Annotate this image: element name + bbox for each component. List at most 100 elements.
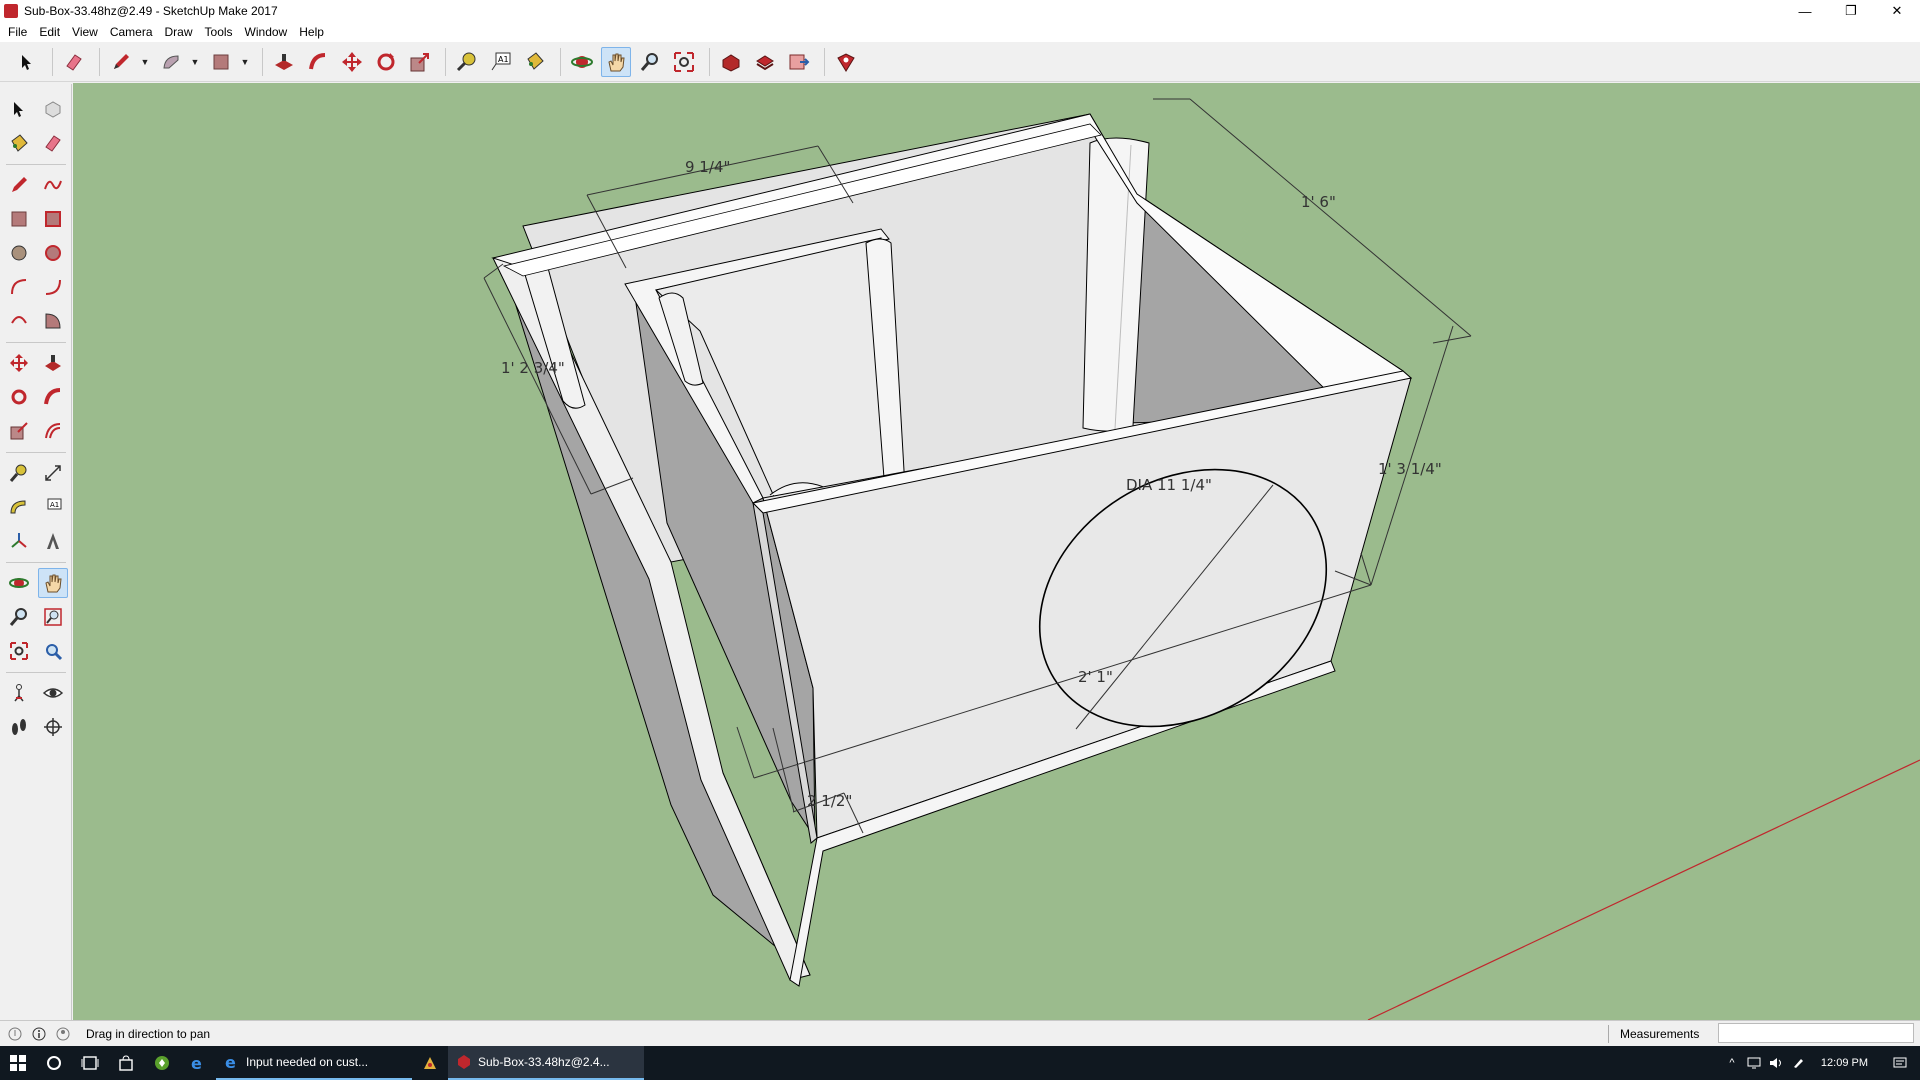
geo-location-icon[interactable] — [6, 1025, 24, 1043]
pencil-dropdown[interactable]: ▼ — [140, 47, 150, 77]
axes-tool-button[interactable] — [4, 526, 34, 556]
pan-icon — [608, 53, 625, 71]
orbit-tool-button[interactable] — [567, 47, 597, 77]
extension-manager-button[interactable] — [831, 47, 861, 77]
windows-taskbar: e e Input needed on cust... Sub-Box-33.4… — [0, 1046, 1920, 1080]
menu-file[interactable]: File — [2, 25, 33, 39]
push-pull-tool-button[interactable] — [38, 348, 68, 378]
toolbar-separator — [824, 47, 825, 76]
three-point-arc-tool-button[interactable] — [4, 306, 34, 336]
zoom-tool-button[interactable] — [4, 602, 34, 632]
move-tool-button[interactable] — [4, 348, 34, 378]
rotate-tool-button[interactable] — [371, 47, 401, 77]
zoom-extents-tool-button[interactable] — [669, 47, 699, 77]
info-icon[interactable] — [30, 1025, 48, 1043]
eraser-tool-button[interactable] — [38, 128, 68, 158]
rotate-tool-button[interactable] — [4, 382, 34, 412]
extension-warehouse-button[interactable] — [750, 47, 780, 77]
polygon-tool-button[interactable] — [38, 238, 68, 268]
search-button[interactable] — [36, 1046, 72, 1080]
paint-bucket-tool-button[interactable] — [520, 47, 550, 77]
make-component-button[interactable] — [38, 94, 68, 124]
user-account-icon[interactable] — [54, 1025, 72, 1043]
follow-me-tool-button[interactable] — [38, 382, 68, 412]
select-tool-button[interactable] — [4, 94, 34, 124]
chevron-up-icon[interactable]: ^ — [1721, 1046, 1743, 1080]
pan-tool-button[interactable] — [38, 568, 68, 598]
scale-tool-button[interactable] — [405, 47, 435, 77]
arc-dropdown[interactable]: ▼ — [190, 47, 200, 77]
move-tool-button[interactable] — [337, 47, 367, 77]
text-tool-button[interactable]: A1 — [38, 492, 68, 522]
protractor-tool-button[interactable] — [4, 492, 34, 522]
two-point-arc-tool-button[interactable] — [38, 272, 68, 302]
menu-help[interactable]: Help — [293, 25, 330, 39]
drawing-viewport[interactable]: 9 1/4" 1' 6" 1' 2 3/4" 1' 3 1/4" DIA 11 … — [73, 83, 1920, 1020]
store-button[interactable] — [108, 1046, 144, 1080]
app-pinned-green-button[interactable] — [144, 1046, 180, 1080]
close-button[interactable]: ✕ — [1874, 0, 1920, 22]
previous-view-button[interactable] — [38, 636, 68, 666]
paint-app-button[interactable] — [412, 1046, 448, 1080]
push-pull-tool-button[interactable] — [269, 47, 299, 77]
look-around-tool-button[interactable] — [38, 678, 68, 708]
pencil-tool-button[interactable] — [106, 47, 136, 77]
position-camera-tool-button[interactable] — [4, 678, 34, 708]
start-button[interactable] — [0, 1046, 36, 1080]
walk-tool-button[interactable] — [4, 712, 34, 742]
previous-view-icon — [46, 644, 63, 661]
edge-button[interactable]: e — [180, 1046, 216, 1080]
notifications-icon[interactable] — [1880, 1046, 1920, 1080]
3d-text-tool-button[interactable] — [38, 526, 68, 556]
eraser-tool-button[interactable] — [59, 47, 89, 77]
pen-icon[interactable] — [1787, 1046, 1809, 1080]
freehand-tool-button[interactable] — [38, 170, 68, 200]
circle-tool-button[interactable] — [4, 238, 34, 268]
taskbar-app-sketchup[interactable]: Sub-Box-33.48hz@2.4... — [448, 1046, 644, 1080]
menu-window[interactable]: Window — [239, 25, 294, 39]
tape-measure-tool-button[interactable] — [452, 47, 482, 77]
paint-bucket-tool-button[interactable] — [4, 128, 34, 158]
send-to-layout-icon — [789, 54, 810, 69]
send-to-layout-button[interactable] — [784, 47, 814, 77]
network-icon[interactable] — [1743, 1046, 1765, 1080]
3d-warehouse-button[interactable] — [716, 47, 746, 77]
arc-tool-button[interactable] — [4, 272, 34, 302]
measurements-input[interactable] — [1718, 1023, 1914, 1043]
dim-left-height: 1' 2 3/4" — [501, 359, 565, 377]
zoom-extents-tool-button[interactable] — [4, 636, 34, 666]
restore-button[interactable]: ❐ — [1828, 0, 1874, 22]
zoom-tool-button[interactable] — [635, 47, 665, 77]
rectangle-dropdown[interactable]: ▼ — [240, 47, 250, 77]
menu-edit[interactable]: Edit — [33, 25, 66, 39]
pan-tool-button[interactable] — [601, 46, 631, 77]
rectangle-tool-button[interactable] — [206, 47, 236, 77]
pie-tool-button[interactable] — [38, 306, 68, 336]
follow-me-tool-button[interactable] — [303, 47, 333, 77]
store-bag-icon — [119, 1055, 133, 1071]
menu-tools[interactable]: Tools — [199, 25, 239, 39]
tape-measure-icon — [456, 52, 476, 71]
rectangle-tool-button[interactable] — [4, 204, 34, 234]
text-tool-button[interactable]: A1 — [486, 47, 516, 77]
menu-view[interactable]: View — [66, 25, 104, 39]
section-plane-tool-button[interactable] — [38, 712, 68, 742]
minimize-button[interactable]: — — [1782, 0, 1828, 22]
dimension-tool-button[interactable] — [38, 458, 68, 488]
scale-tool-button[interactable] — [4, 416, 34, 446]
menu-camera[interactable]: Camera — [104, 25, 159, 39]
task-view-button[interactable] — [72, 1046, 108, 1080]
tape-measure-tool-button[interactable] — [4, 458, 34, 488]
select-icon — [22, 54, 31, 70]
orbit-tool-button[interactable] — [4, 568, 34, 598]
paint-bucket-icon — [11, 134, 28, 152]
line-tool-button[interactable] — [4, 170, 34, 200]
menu-draw[interactable]: Draw — [159, 25, 199, 39]
arc-tool-button[interactable] — [156, 47, 186, 77]
zoom-window-tool-button[interactable] — [38, 602, 68, 632]
offset-tool-button[interactable] — [38, 416, 68, 446]
select-tool-button[interactable] — [12, 47, 42, 77]
taskbar-app-browser[interactable]: e Input needed on cust... — [216, 1046, 412, 1080]
volume-icon[interactable] — [1765, 1046, 1787, 1080]
rotated-rectangle-tool-button[interactable] — [38, 204, 68, 234]
